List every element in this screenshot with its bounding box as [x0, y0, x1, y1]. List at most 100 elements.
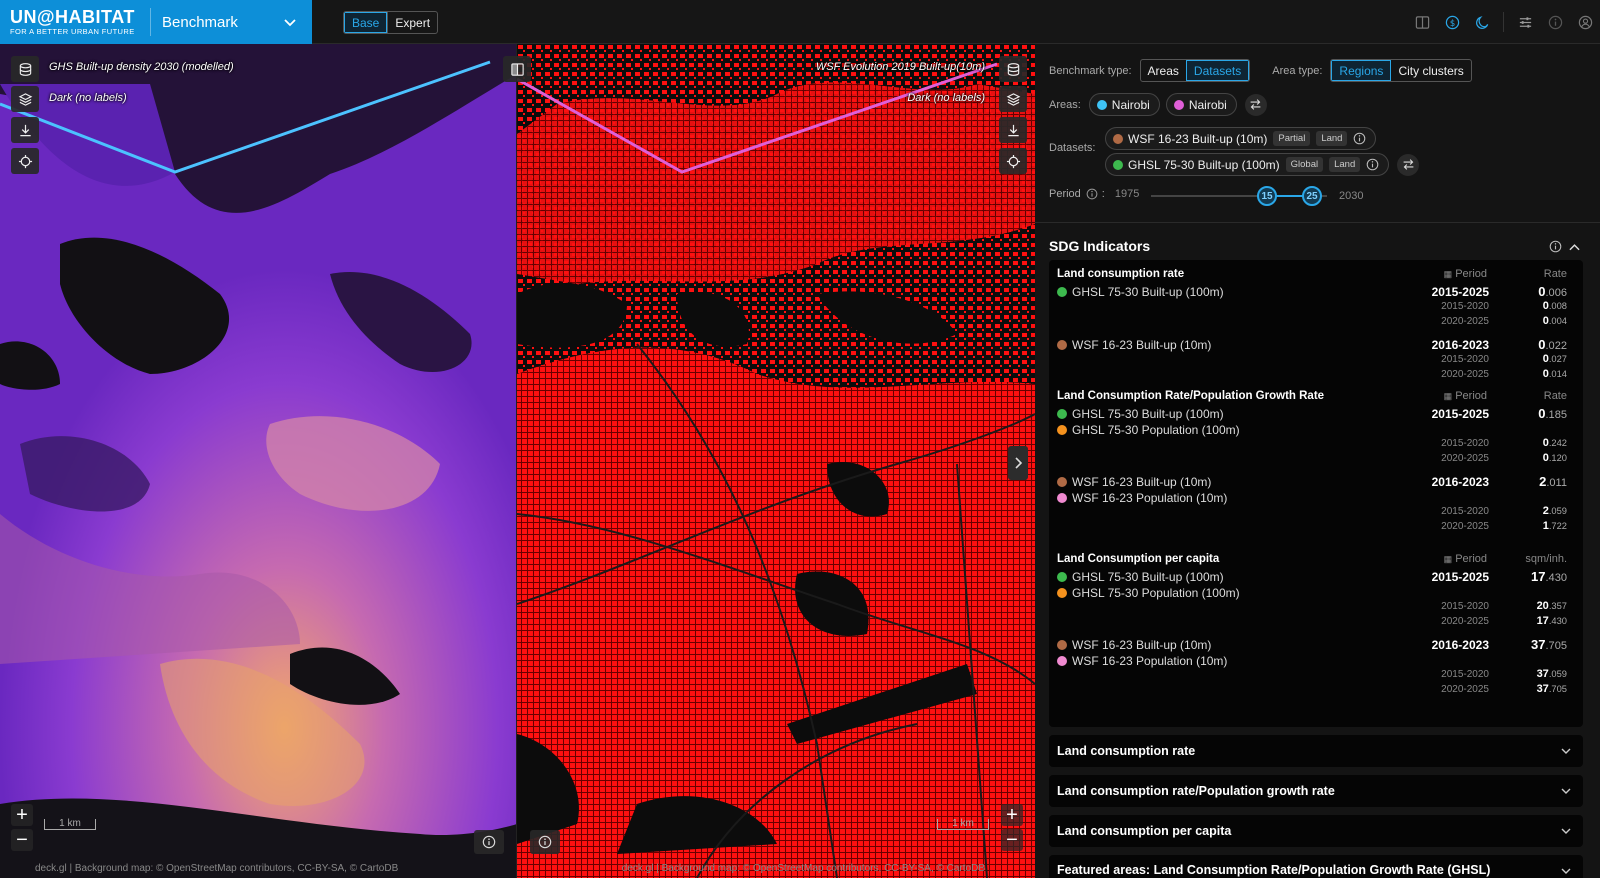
- zoom-in-button[interactable]: +: [1001, 804, 1023, 826]
- sub-period: 2015-2020: [1441, 354, 1489, 365]
- indicator-value: 0.185: [1538, 406, 1567, 421]
- chevron-up-icon[interactable]: [1569, 242, 1580, 252]
- dataset-row-2: GHSL 75-30 Built-up (100m) Global Land: [1097, 153, 1420, 176]
- accordion-lcr-pgr[interactable]: Land consumption rate/Population growth …: [1049, 775, 1583, 807]
- indicator-value: 0.022: [1538, 337, 1567, 352]
- sdg-indicator-block: Land consumption rate ▦ Period Rate GHSL 75…: [1057, 268, 1575, 380]
- period-slider[interactable]: 15 25: [1151, 186, 1327, 206]
- info-icon: [538, 835, 552, 849]
- split-view-icon[interactable]: [1407, 0, 1437, 44]
- sdg-indicator-block: Land Consumption per capita ▦ Period sqm/i…: [1057, 553, 1575, 695]
- sub-period: 2020-2025: [1441, 369, 1489, 380]
- sdg-indicators-title: SDG Indicators: [1049, 238, 1151, 254]
- indicator-dataset: GHSL 75-30 Built-up (100m): [1057, 570, 1224, 584]
- app-selector[interactable]: Benchmark: [150, 0, 312, 44]
- sub-value: 0.004: [1542, 315, 1567, 327]
- indicator-period: 2015-2025: [1431, 407, 1489, 421]
- mode-base-button[interactable]: Base: [344, 12, 388, 33]
- dataset-color-dot: [1057, 588, 1067, 598]
- sub-value: 0.014: [1542, 368, 1567, 380]
- area-type-regions[interactable]: Regions: [1331, 60, 1392, 81]
- benchmark-type-row: Benchmark type: Areas Datasets Area type…: [1049, 59, 1472, 82]
- indicator-dataset: GHSL 75-30 Built-up (100m): [1057, 285, 1224, 299]
- dataset-color-dot: [1057, 340, 1067, 350]
- layer-database-icon[interactable]: [999, 56, 1027, 82]
- left-basemap-label: Dark (no labels): [49, 92, 127, 104]
- left-map-ghs-density[interactable]: GHS Built-up density 2030 (modelled) Dar…: [0, 44, 517, 878]
- un-habitat-logo[interactable]: UN@HABITAT FOR A BETTER URBAN FUTURE: [10, 8, 135, 36]
- swap-areas-icon[interactable]: [1244, 93, 1267, 116]
- dataset-color-dot: [1057, 287, 1067, 297]
- benchmark-type-datasets[interactable]: Datasets: [1185, 60, 1250, 81]
- sub-value: 0.242: [1542, 437, 1567, 449]
- ghs-density-raster: [0, 44, 517, 878]
- period-max-wrap: 2030: [1339, 190, 1363, 202]
- info-icon[interactable]: [1353, 132, 1366, 145]
- dataset-tag: Land: [1329, 157, 1361, 172]
- swap-datasets-icon[interactable]: [1397, 153, 1420, 176]
- dataset-tag: Land: [1316, 131, 1348, 146]
- map-attribution: deck.gl | Background map: © OpenStreetMa…: [35, 863, 399, 874]
- settings-sliders-icon[interactable]: [1510, 0, 1540, 44]
- info-icon[interactable]: [1086, 188, 1098, 200]
- collapse-panel-button[interactable]: [1008, 446, 1028, 480]
- period-end-handle[interactable]: 25: [1302, 186, 1322, 206]
- dataset-chip-wsf[interactable]: WSF 16-23 Built-up (10m) Partial Land: [1105, 127, 1377, 150]
- download-icon[interactable]: [11, 117, 39, 143]
- accordion-land-consumption-per-capita[interactable]: Land consumption per capita: [1049, 815, 1583, 847]
- zoom-out-button[interactable]: −: [11, 829, 33, 851]
- sub-period: 2020-2025: [1441, 616, 1489, 627]
- period-column-header: ▦ Period: [1443, 268, 1487, 280]
- areas-row: Areas: Nairobi Nairobi: [1049, 93, 1267, 116]
- panel-divider: [1035, 222, 1600, 223]
- area-chip-1[interactable]: Nairobi: [1088, 93, 1160, 116]
- sub-value: 37.705: [1536, 683, 1567, 695]
- swipe-compare-icon[interactable]: [503, 56, 531, 82]
- accordion-featured-areas[interactable]: Featured areas: Land Consumption Rate/Po…: [1049, 855, 1583, 878]
- info-icon[interactable]: [1540, 0, 1570, 44]
- dataset-color-dot: [1057, 493, 1067, 503]
- map-info-button[interactable]: [530, 830, 560, 854]
- currency-icon[interactable]: $: [1437, 0, 1467, 44]
- sub-period: 2015-2020: [1441, 438, 1489, 449]
- area-type-toggle: Regions City clusters: [1330, 59, 1472, 82]
- period-row: Period : 1975: [1049, 188, 1140, 200]
- right-map-wsf-built-up[interactable]: WSF Evolution 2019 Built-up(10m) Dark (n…: [517, 44, 1035, 878]
- user-account-icon[interactable]: [1570, 0, 1600, 44]
- indicator-title: Land Consumption Rate/Population Growth …: [1057, 390, 1325, 402]
- accordion-land-consumption-rate[interactable]: Land consumption rate: [1049, 735, 1583, 767]
- layer-database-icon[interactable]: [11, 56, 39, 82]
- indicator-value: 17.430: [1531, 569, 1567, 584]
- sub-period: 2020-2025: [1441, 316, 1489, 327]
- basemap-layers-icon[interactable]: [11, 86, 39, 112]
- zoom-in-button[interactable]: +: [11, 804, 33, 826]
- info-icon[interactable]: [1366, 158, 1379, 171]
- area-type-city-clusters[interactable]: City clusters: [1391, 60, 1470, 81]
- indicator-dataset: WSF 16-23 Population (10m): [1057, 654, 1227, 668]
- map-info-button[interactable]: [474, 830, 504, 854]
- indicator-period: 2015-2025: [1431, 285, 1489, 299]
- period-start-handle[interactable]: 15: [1257, 186, 1277, 206]
- unit-column-header: Rate: [1543, 268, 1567, 280]
- benchmark-type-areas[interactable]: Areas: [1141, 60, 1186, 81]
- benchmark-type-toggle: Areas Datasets: [1139, 59, 1251, 82]
- download-icon[interactable]: [999, 117, 1027, 143]
- info-icon[interactable]: [1549, 240, 1562, 253]
- dataset-color-dot: [1113, 159, 1123, 170]
- indicator-title: Land consumption rate: [1057, 268, 1185, 280]
- mode-expert-button[interactable]: Expert: [387, 12, 437, 33]
- zoom-out-button[interactable]: −: [1001, 829, 1023, 851]
- locate-icon[interactable]: [999, 148, 1027, 174]
- area-color-dot: [1173, 99, 1184, 110]
- sub-value: 20.357: [1536, 600, 1567, 612]
- indicator-dataset: WSF 16-23 Built-up (10m): [1057, 475, 1211, 489]
- dark-mode-icon[interactable]: [1467, 0, 1497, 44]
- area-chip-2[interactable]: Nairobi: [1165, 93, 1237, 116]
- dataset-tag: Global: [1285, 157, 1324, 172]
- brand-area: UN@HABITAT FOR A BETTER URBAN FUTURE Ben…: [0, 0, 312, 44]
- wsf-built-up-raster: [517, 44, 1035, 878]
- basemap-layers-icon[interactable]: [999, 86, 1027, 112]
- locate-icon[interactable]: [11, 148, 39, 174]
- dataset-chip-ghsl[interactable]: GHSL 75-30 Built-up (100m) Global Land: [1105, 153, 1390, 176]
- sub-value: 0.008: [1542, 300, 1567, 312]
